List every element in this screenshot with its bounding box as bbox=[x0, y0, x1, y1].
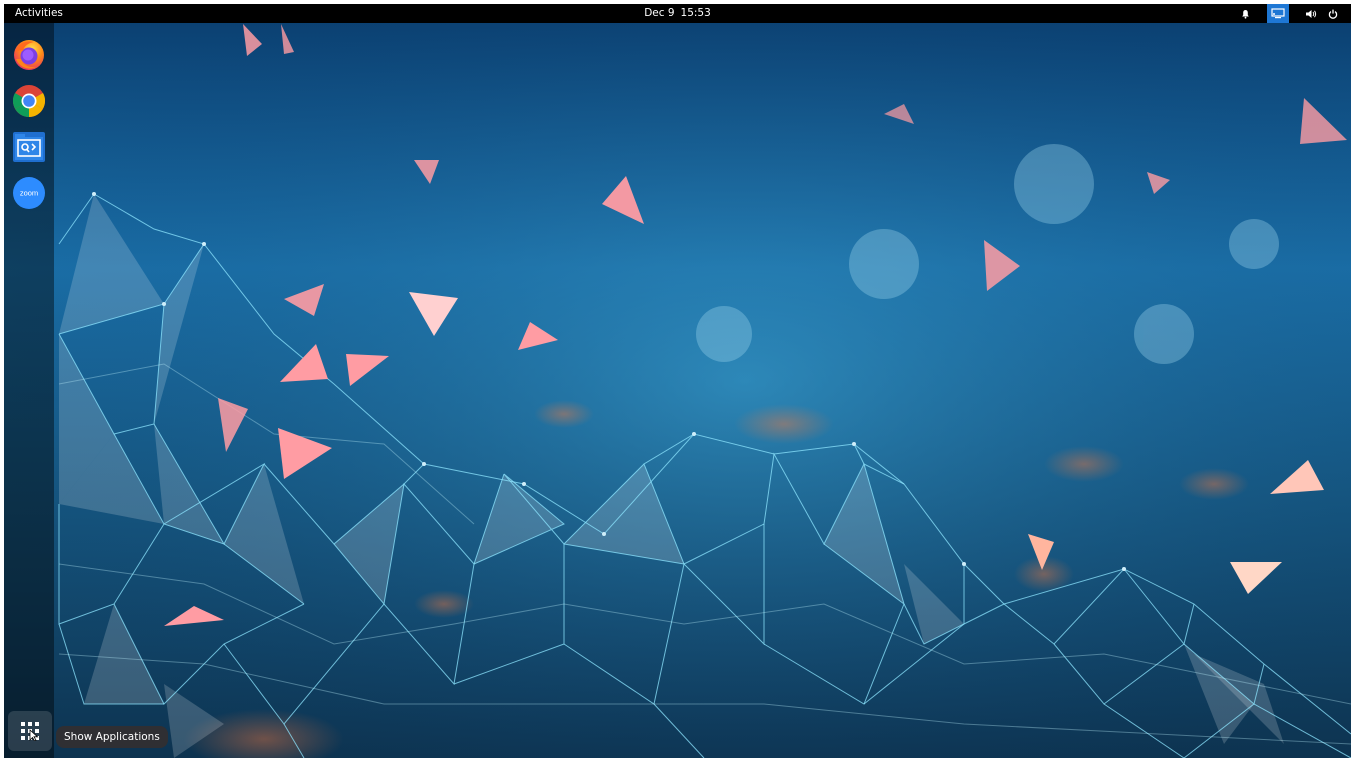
clock[interactable]: Dec 9 15:53 bbox=[4, 7, 1351, 19]
desktop-wallpaper bbox=[4, 4, 1351, 758]
power-icon[interactable] bbox=[1325, 4, 1341, 23]
firefox-icon bbox=[14, 40, 44, 70]
remmina-icon bbox=[13, 132, 45, 162]
zoom-icon: zoom bbox=[13, 177, 45, 209]
dock-app-chrome[interactable] bbox=[10, 82, 48, 120]
screen-share-icon[interactable] bbox=[1267, 4, 1289, 23]
zoom-icon-text: zoom bbox=[20, 189, 38, 198]
top-bar: Activities Dec 9 15:53 bbox=[4, 4, 1351, 23]
dock: zoom bbox=[4, 23, 54, 758]
dock-app-remmina[interactable] bbox=[10, 128, 48, 166]
clock-date[interactable]: Dec 9 bbox=[644, 7, 674, 19]
volume-icon[interactable] bbox=[1303, 4, 1319, 23]
chrome-icon bbox=[12, 85, 46, 117]
dock-app-zoom[interactable]: zoom bbox=[10, 174, 48, 212]
grid-icon bbox=[21, 722, 39, 741]
activities-button[interactable]: Activities bbox=[15, 7, 63, 19]
show-applications-tooltip: Show Applications bbox=[56, 726, 168, 748]
show-applications-button[interactable] bbox=[8, 711, 52, 751]
clock-time[interactable]: 15:53 bbox=[681, 7, 711, 19]
desktop-screen: Activities Dec 9 15:53 zoom Show Applica… bbox=[4, 4, 1351, 758]
dock-app-firefox[interactable] bbox=[10, 35, 48, 73]
notification-bell-icon[interactable] bbox=[1237, 4, 1253, 23]
